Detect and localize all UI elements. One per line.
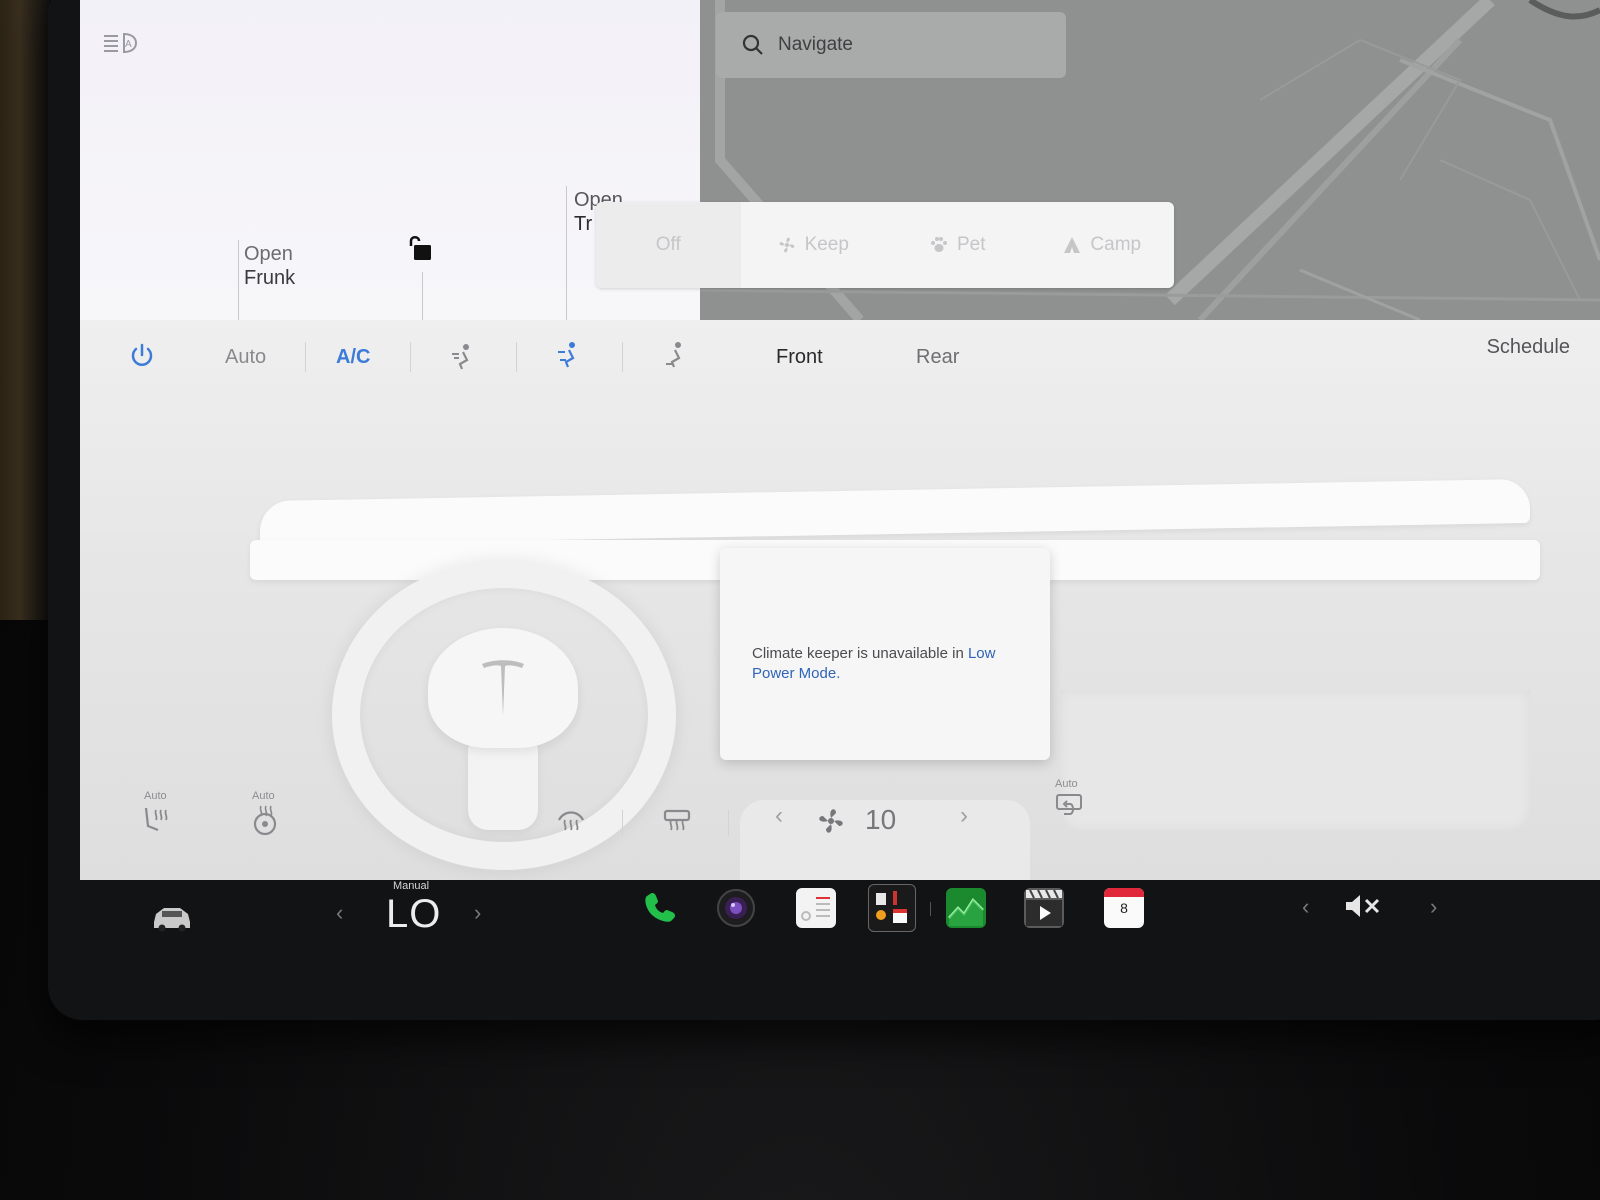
separator (622, 342, 623, 372)
auto-climate-button[interactable]: Auto (225, 346, 266, 369)
toybox-app-icon[interactable] (868, 884, 916, 932)
fan-speed-value: 10 (865, 804, 897, 835)
navigate-search-bar[interactable]: Navigate (716, 12, 1066, 78)
keeper-off-label: Off (655, 234, 681, 255)
climate-top-bar: Auto A/C Front Rear Schedule (80, 320, 1600, 400)
dashboard-glovebox (1060, 690, 1530, 830)
power-icon[interactable] (128, 342, 156, 370)
wheel-heat-auto-label: Auto (252, 790, 275, 802)
schedule-button[interactable]: Schedule (1487, 336, 1570, 359)
recirculate-auto-label: Auto (1055, 778, 1078, 790)
tent-icon (1064, 237, 1081, 253)
keeper-keep-option[interactable]: Keep (741, 234, 886, 256)
keeper-pet-label: Pet (956, 234, 986, 255)
fan-icon (779, 237, 794, 253)
phone-app-icon[interactable] (640, 888, 680, 928)
seat-heater-icon[interactable] (142, 804, 172, 836)
separator (930, 902, 931, 916)
theater-app-icon[interactable] (1024, 888, 1064, 928)
temp-increase-chevron-icon[interactable]: › (474, 900, 481, 926)
recirculate-icon[interactable] (1054, 792, 1084, 818)
open-frunk-button[interactable]: Open Frunk (244, 242, 295, 290)
frunk-label-line2: Frunk (244, 267, 296, 289)
cabin-illustration: Climate keeper is unavailable in Low Pow… (80, 400, 1600, 880)
steering-spoke (468, 740, 538, 830)
temperature-value[interactable]: LO (386, 892, 441, 937)
car-icon[interactable] (150, 902, 194, 932)
separator (410, 342, 411, 372)
separator (516, 342, 517, 372)
climate-panel: Auto A/C Front Rear Schedule Climate kee… (80, 320, 1600, 880)
steering-wheel-heater-icon[interactable] (250, 804, 280, 836)
paw-icon (930, 237, 947, 252)
tesla-logo-icon (482, 660, 524, 716)
climate-keeper-unavailable-message: Climate keeper is unavailable in Low Pow… (720, 548, 1050, 760)
background-wall (0, 0, 50, 620)
rear-defrost-icon[interactable] (662, 808, 692, 834)
volume-decrease-chevron-icon[interactable]: ‹ (1302, 894, 1309, 920)
notes-app-icon[interactable] (796, 888, 836, 928)
touchscreen: A Open Frunk Open Tr Navigate Off Keep P… (80, 0, 1600, 880)
keeper-message-end: . (836, 665, 841, 682)
separator (622, 810, 623, 836)
camera-app-icon[interactable] (716, 888, 756, 928)
calendar-app-icon[interactable]: 8 (1104, 888, 1144, 928)
airflow-face-icon[interactable] (450, 342, 476, 372)
taskbar: ‹ Manual LO › 8 ‹ › (80, 880, 1600, 970)
keeper-camp-option[interactable]: Camp (1030, 234, 1175, 256)
front-defrost-icon[interactable] (556, 808, 586, 834)
keeper-keep-label: Keep (804, 234, 849, 255)
keeper-message-text: Climate keeper is unavailable in (752, 645, 968, 662)
airflow-feet-icon[interactable] (662, 340, 688, 370)
svg-text:A: A (125, 39, 132, 50)
airflow-face-feet-icon[interactable] (556, 340, 582, 370)
divider (566, 186, 567, 320)
divider (422, 272, 423, 320)
fan-decrease-chevron-icon[interactable]: ‹ (775, 802, 783, 830)
unlock-icon[interactable] (406, 232, 434, 262)
keeper-camp-label: Camp (1090, 234, 1142, 255)
fan-icon (819, 809, 843, 833)
frunk-label-line1: Open (244, 243, 293, 265)
seat-heat-auto-label: Auto (144, 790, 167, 802)
calendar-header (1104, 888, 1144, 897)
climate-keeper-mode-bar: Off Keep Pet Camp (596, 202, 1174, 288)
headlight-icon[interactable]: A (102, 30, 138, 56)
divider (238, 240, 239, 320)
dashboard-top (260, 478, 1530, 546)
ac-button[interactable]: A/C (336, 346, 370, 369)
separator (305, 342, 306, 372)
front-tab[interactable]: Front (776, 346, 823, 369)
navigate-label: Navigate (778, 34, 853, 55)
search-icon (742, 34, 763, 55)
calendar-day: 8 (1120, 900, 1128, 916)
volume-muted-icon[interactable] (1344, 892, 1384, 920)
keeper-pet-option[interactable]: Pet (885, 234, 1030, 256)
temp-decrease-chevron-icon[interactable]: ‹ (336, 900, 343, 926)
climate-mode-label: Manual (393, 880, 430, 892)
volume-increase-chevron-icon[interactable]: › (1430, 894, 1437, 920)
stage: A Open Frunk Open Tr Navigate Off Keep P… (0, 0, 1600, 1200)
fan-increase-chevron-icon[interactable]: › (960, 802, 968, 830)
keeper-off-option[interactable]: Off (596, 202, 741, 288)
separator (728, 810, 729, 836)
rear-tab[interactable]: Rear (916, 346, 959, 369)
stocks-app-icon[interactable] (946, 888, 986, 928)
